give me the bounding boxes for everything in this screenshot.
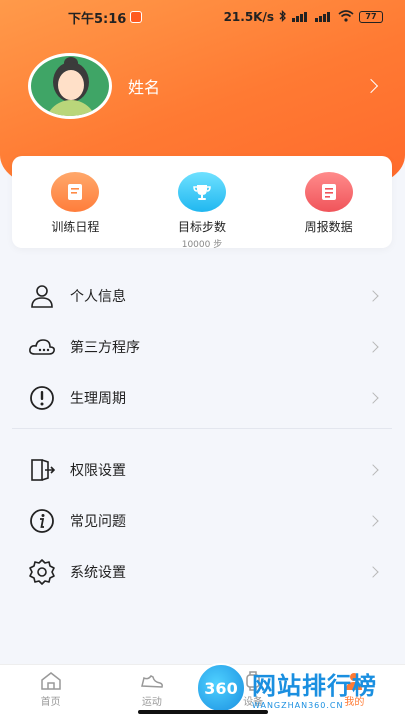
menu-label: 个人信息	[70, 288, 126, 305]
status-bar: 下午5:16 21.5K/s 77	[0, 0, 405, 34]
quick-training-schedule[interactable]: 训练日程	[25, 172, 125, 235]
menu-label: 权限设置	[70, 462, 126, 479]
status-time: 下午5:16	[68, 11, 127, 27]
watermark-logo: 360	[196, 663, 246, 713]
profile-row[interactable]: 姓名	[28, 52, 388, 120]
chevron-right-icon	[367, 340, 379, 353]
menu-item-faq[interactable]: 常见问题	[0, 495, 405, 546]
tab-home[interactable]: 首页	[16, 671, 86, 720]
menu-label: 常见问题	[70, 513, 126, 530]
menu-item-third-party[interactable]: 第三方程序	[0, 321, 405, 372]
profile-name: 姓名	[128, 78, 161, 97]
chevron-right-icon	[367, 391, 379, 404]
menu-item-permissions[interactable]: 权限设置	[0, 444, 405, 495]
tab-label: 运动	[141, 697, 162, 708]
wifi-icon	[338, 9, 354, 25]
chevron-right-icon	[367, 514, 379, 527]
menu-item-system-settings[interactable]: 系统设置	[0, 546, 405, 597]
quick-label: 训练日程	[51, 220, 100, 234]
net-speed: 21.5K/s	[223, 10, 274, 24]
chevron-right-icon	[367, 289, 379, 302]
person-icon	[26, 282, 58, 310]
quick-weekly-report[interactable]: 周报数据	[279, 172, 379, 235]
quick-label: 目标步数	[177, 220, 226, 234]
tab-label: 首页	[40, 697, 61, 708]
menu-item-physiological-cycle[interactable]: 生理周期	[0, 372, 405, 423]
report-icon	[304, 172, 353, 212]
notebook-icon	[51, 172, 100, 212]
watermark-title: 网站排行榜	[252, 672, 377, 700]
quick-target-steps[interactable]: 目标步数 10000 步	[152, 172, 252, 250]
signal-icon	[292, 12, 310, 22]
menu-group-2: 权限设置 常见问题 系统设置	[0, 444, 405, 597]
quick-label: 周报数据	[304, 220, 353, 234]
signal-icon-2	[315, 12, 333, 22]
notification-badge-icon	[130, 11, 143, 23]
menu-item-personal-info[interactable]: 个人信息	[0, 270, 405, 321]
menu-group-1: 个人信息 第三方程序 生理周期	[0, 270, 405, 423]
target-steps-value: 10000 步	[181, 240, 223, 250]
shoe-icon	[140, 671, 164, 691]
menu-label: 第三方程序	[70, 339, 140, 356]
door-icon	[26, 456, 58, 484]
home-icon	[39, 671, 63, 691]
divider	[12, 428, 392, 429]
trophy-icon	[177, 172, 226, 212]
alert-circle-icon	[26, 384, 58, 412]
watermark-sub: WANGZHAN360.CN	[252, 701, 344, 710]
avatar[interactable]	[28, 53, 112, 119]
home-indicator	[138, 710, 268, 714]
battery-icon: 77	[359, 11, 383, 23]
chevron-right-icon	[367, 565, 379, 578]
cloud-icon	[26, 333, 58, 361]
chevron-right-icon	[363, 78, 379, 94]
watermark: 360 网站排行榜 WANGZHAN360.CN	[196, 660, 405, 716]
info-icon	[26, 507, 58, 535]
chevron-right-icon	[367, 463, 379, 476]
menu-label: 生理周期	[70, 390, 126, 407]
menu-label: 系统设置	[70, 564, 126, 581]
gear-icon	[26, 558, 58, 586]
quick-actions-card: 训练日程 目标步数 10000 步 周报数据	[12, 156, 392, 250]
bluetooth-icon	[279, 9, 287, 25]
